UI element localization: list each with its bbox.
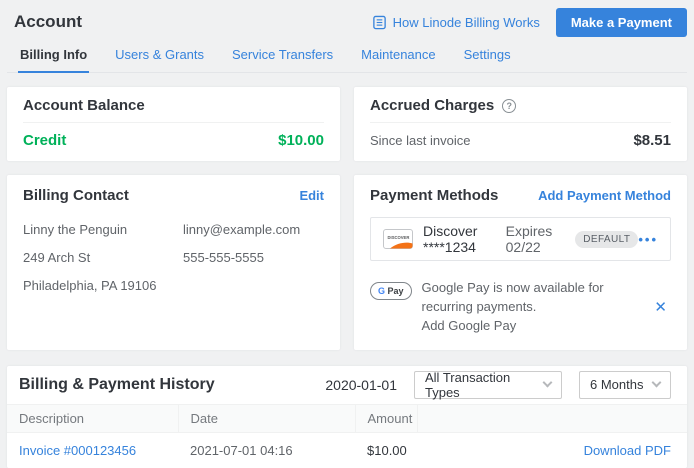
- document-icon: [372, 15, 387, 30]
- help-icon[interactable]: ?: [502, 99, 516, 113]
- header-actions: How Linode Billing Works Make a Payment: [372, 8, 687, 37]
- billing-history-table: Description Date Amount Invoice #0001234…: [7, 404, 687, 468]
- dismiss-google-pay-button[interactable]: ✕: [650, 298, 671, 316]
- invoice-amount: $10.00: [355, 432, 417, 468]
- contact-address-column: Linny the Penguin 249 Arch St Philadelph…: [23, 216, 183, 300]
- invoice-link[interactable]: Invoice #000123456: [19, 443, 136, 458]
- billing-contact-title: Billing Contact: [23, 187, 129, 204]
- payment-method-name: Discover ****1234: [423, 223, 497, 255]
- balance-credit-label: Credit: [23, 132, 66, 149]
- accrued-charges-card: Accrued Charges ? Since last invoice $8.…: [354, 87, 687, 161]
- add-google-pay-link[interactable]: Add Google Pay: [422, 317, 651, 336]
- contact-comm-column: linny@example.com 555-555-5555: [183, 216, 300, 300]
- date-range-select[interactable]: 6 Months: [579, 371, 671, 399]
- column-header-description: Description: [7, 404, 178, 432]
- payment-method-expiry: Expires 02/22: [506, 223, 563, 255]
- google-pay-message: Google Pay is now available for recurrin…: [422, 279, 651, 317]
- page-header: Account How Linode Billing Works Make a …: [7, 0, 687, 36]
- edit-contact-button[interactable]: Edit: [299, 188, 324, 203]
- billing-contact-card: Billing Contact Edit Linny the Penguin 2…: [7, 175, 340, 350]
- contact-name: Linny the Penguin: [23, 216, 183, 244]
- payment-method-row: DISCOVER Discover ****1234 Expires 02/22…: [370, 217, 671, 261]
- balance-credit-amount: $10.00: [278, 132, 324, 149]
- page-title: Account: [14, 12, 82, 32]
- column-header-date: Date: [178, 404, 355, 432]
- divider: [370, 122, 671, 123]
- svg-text:DISCOVER: DISCOVER: [388, 235, 410, 240]
- google-pay-icon: G Pay: [370, 282, 412, 300]
- payment-methods-card: Payment Methods Add Payment Method DISCO…: [354, 175, 687, 350]
- account-balance-title: Account Balance: [23, 97, 145, 114]
- billing-history-panel: Billing & Payment History 2020-01-01 All…: [7, 366, 687, 468]
- detail-cards-row: Billing Contact Edit Linny the Penguin 2…: [7, 175, 687, 350]
- download-pdf-button[interactable]: Download PDF: [584, 443, 671, 458]
- accrued-charges-title: Accrued Charges: [370, 97, 494, 114]
- transaction-type-value: All Transaction Types: [425, 370, 544, 400]
- account-tabs: Billing Info Users & Grants Service Tran…: [7, 40, 687, 73]
- contact-phone: 555-555-5555: [183, 244, 300, 272]
- billing-history-title: Billing & Payment History: [19, 376, 325, 394]
- date-range-value: 6 Months: [590, 377, 643, 392]
- account-page: Account How Linode Billing Works Make a …: [0, 0, 694, 468]
- payment-method-actions-button[interactable]: •••: [638, 232, 658, 247]
- table-row: Invoice #000123456 2021-07-01 04:16 $10.…: [7, 432, 687, 468]
- payment-methods-title: Payment Methods: [370, 187, 498, 204]
- google-pay-banner: G Pay Google Pay is now available for re…: [370, 279, 671, 336]
- billing-docs-link[interactable]: How Linode Billing Works: [372, 15, 540, 30]
- accrued-amount: $8.51: [633, 132, 671, 149]
- tab-service-transfers[interactable]: Service Transfers: [230, 40, 335, 73]
- tab-maintenance[interactable]: Maintenance: [359, 40, 437, 73]
- tab-users-grants[interactable]: Users & Grants: [113, 40, 206, 73]
- account-balance-card: Account Balance Credit $10.00: [7, 87, 340, 161]
- make-a-payment-button[interactable]: Make a Payment: [556, 8, 687, 37]
- contact-address2: Philadelphia, PA 19106: [23, 272, 183, 300]
- discover-card-icon: DISCOVER: [383, 229, 413, 249]
- column-header-actions: [417, 404, 687, 432]
- billing-history-header: Billing & Payment History 2020-01-01 All…: [7, 366, 687, 404]
- billing-docs-link-label: How Linode Billing Works: [393, 15, 540, 30]
- tab-settings[interactable]: Settings: [462, 40, 513, 73]
- table-header-row: Description Date Amount: [7, 404, 687, 432]
- tab-billing-info[interactable]: Billing Info: [18, 40, 89, 73]
- google-pay-message-block: Google Pay is now available for recurrin…: [422, 279, 651, 336]
- column-header-amount: Amount: [355, 404, 417, 432]
- transaction-type-select[interactable]: All Transaction Types: [414, 371, 562, 399]
- contact-address1: 249 Arch St: [23, 244, 183, 272]
- invoice-date: 2021-07-01 04:16: [178, 432, 355, 468]
- accrued-since-label: Since last invoice: [370, 133, 470, 148]
- contact-email: linny@example.com: [183, 216, 300, 244]
- date-from-input[interactable]: 2020-01-01: [325, 377, 397, 393]
- add-payment-method-button[interactable]: Add Payment Method: [538, 188, 671, 203]
- divider: [23, 122, 324, 123]
- chevron-down-icon: [652, 378, 662, 388]
- default-badge: DEFAULT: [575, 231, 638, 248]
- summary-cards-row: Account Balance Credit $10.00 Accrued Ch…: [7, 87, 687, 161]
